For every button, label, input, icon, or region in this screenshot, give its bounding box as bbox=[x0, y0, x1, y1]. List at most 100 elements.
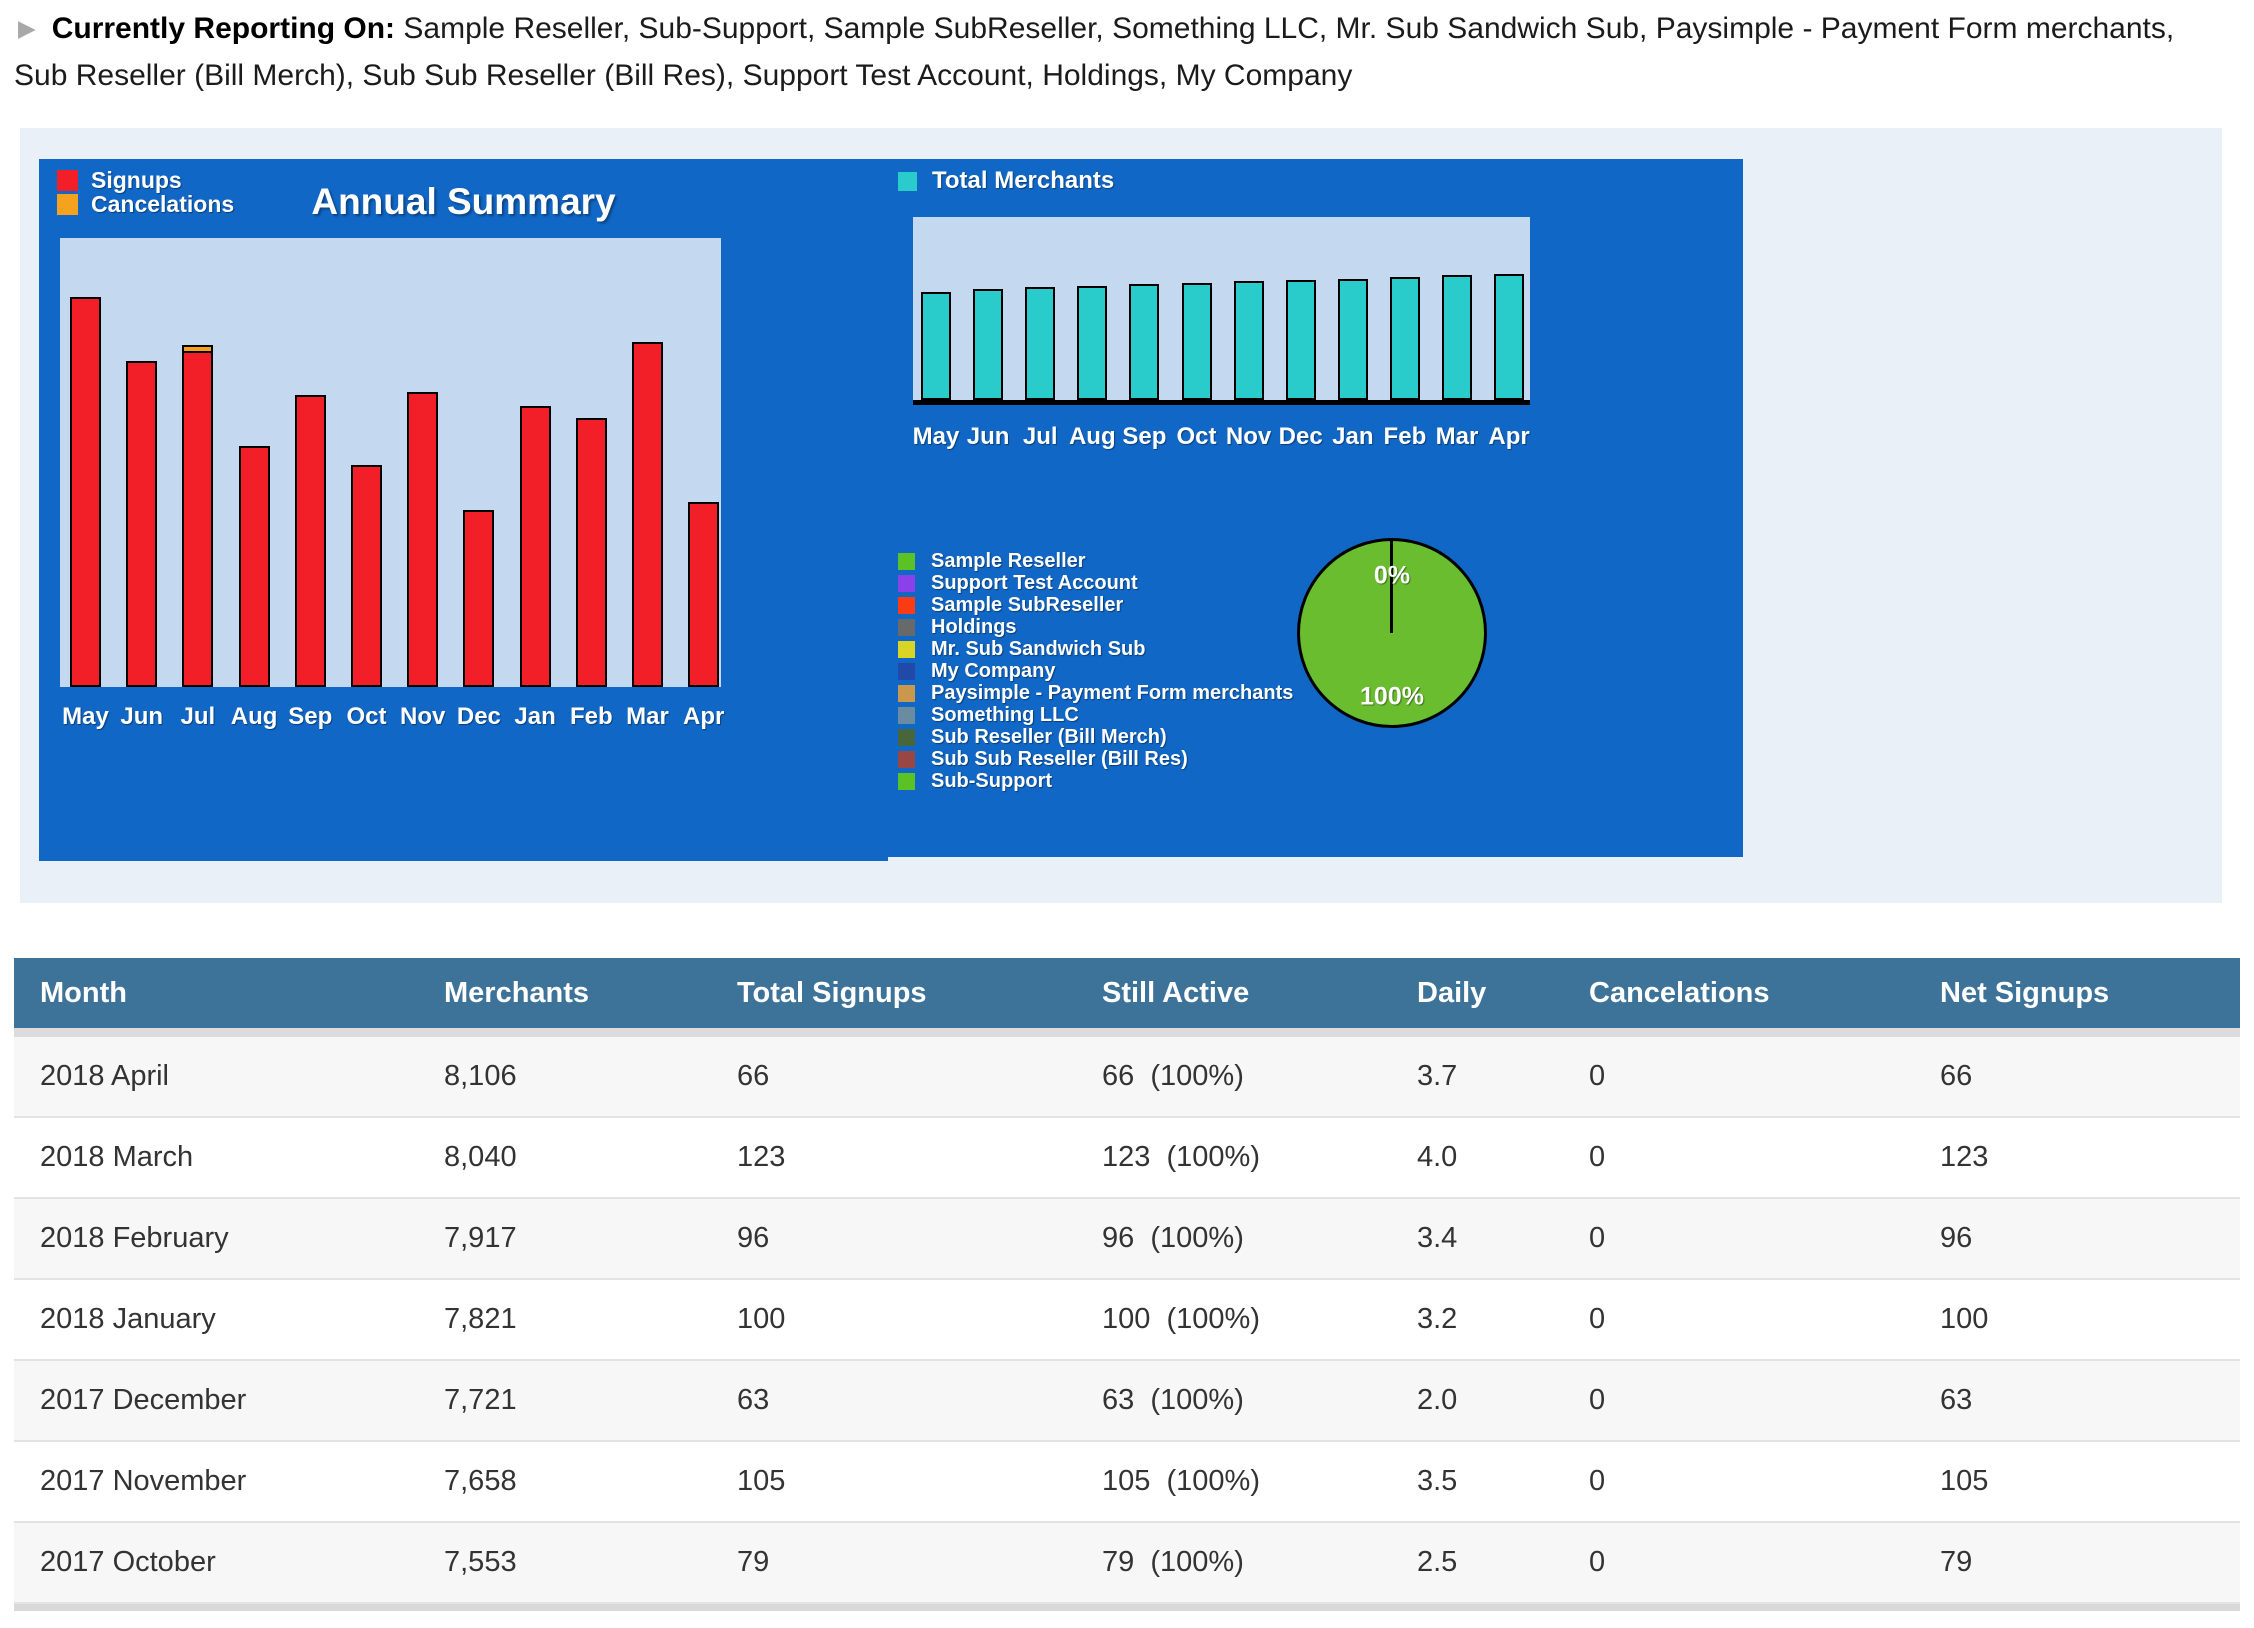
month-label-apr: Apr bbox=[1488, 423, 1529, 451]
cell-total-signups: 105 bbox=[737, 1465, 1102, 1498]
cell-total-signups: 79 bbox=[737, 1546, 1102, 1579]
table-body: 2018 April8,1066666 (100%)3.70662018 Mar… bbox=[14, 1037, 2240, 1604]
cell-net-signups: 79 bbox=[1940, 1546, 2240, 1579]
cell-total-signups: 96 bbox=[737, 1222, 1102, 1255]
pie-legend-label: Sample Reseller bbox=[931, 550, 1086, 573]
cell-still-active: 100 (100%) bbox=[1102, 1303, 1417, 1336]
pie-legend-item: Sub Sub Reseller (Bill Res) bbox=[898, 748, 1293, 770]
cell-month: 2017 October bbox=[40, 1546, 444, 1579]
pie-legend-item: Sub-Support bbox=[898, 770, 1293, 792]
cell-daily: 3.4 bbox=[1417, 1222, 1589, 1255]
cancelations-segment-jul bbox=[184, 347, 211, 353]
table-row: 2018 March8,040123123 (100%)4.00123 bbox=[14, 1118, 2240, 1199]
signups-bar-aug bbox=[239, 446, 270, 687]
merchants-bar-jan bbox=[1338, 279, 1368, 400]
total-merchants-legend: Total Merchants bbox=[898, 167, 1114, 195]
pie-legend-item: Something LLC bbox=[898, 704, 1293, 726]
cell-net-signups: 66 bbox=[1940, 1060, 2240, 1093]
cell-net-signups: 96 bbox=[1940, 1222, 2240, 1255]
cell-still-active: 105 (100%) bbox=[1102, 1465, 1417, 1498]
pie-legend-swatch-icon bbox=[898, 751, 915, 768]
signups-bar-jun bbox=[126, 361, 157, 687]
cell-daily: 3.5 bbox=[1417, 1465, 1589, 1498]
cell-daily: 4.0 bbox=[1417, 1141, 1589, 1174]
cell-net-signups: 123 bbox=[1940, 1141, 2240, 1174]
cell-merchants: 7,658 bbox=[444, 1465, 737, 1498]
pie-legend-label: Sub Reseller (Bill Merch) bbox=[931, 726, 1167, 749]
signups-bar-apr bbox=[688, 502, 719, 687]
month-label-oct: Oct bbox=[1176, 423, 1216, 451]
column-header-total-signups: Total Signups bbox=[737, 977, 1102, 1010]
cell-still-active: 63 (100%) bbox=[1102, 1384, 1417, 1417]
annual-summary-months: MayJunJulAugSepOctNovDecJanFebMarApr bbox=[60, 703, 721, 733]
month-label-apr: Apr bbox=[683, 703, 724, 731]
month-label-jul: Jul bbox=[181, 703, 216, 731]
cell-daily: 2.5 bbox=[1417, 1546, 1589, 1579]
cell-month: 2018 March bbox=[40, 1141, 444, 1174]
month-label-sep: Sep bbox=[288, 703, 332, 731]
cell-month: 2017 November bbox=[40, 1465, 444, 1498]
signups-bar-jan bbox=[520, 406, 551, 687]
pie-legend: Sample ResellerSupport Test AccountSampl… bbox=[898, 550, 1293, 792]
cell-total-signups: 66 bbox=[737, 1060, 1102, 1093]
pie-legend-swatch-icon bbox=[898, 641, 915, 658]
cell-month: 2018 April bbox=[40, 1060, 444, 1093]
total-merchants-legend-label: Total Merchants bbox=[932, 167, 1114, 195]
signups-bar-dec bbox=[463, 510, 494, 687]
charts-panel: Signups Cancelations Annual Summary MayJ… bbox=[20, 128, 2222, 903]
expander-triangle-icon[interactable]: ▶ bbox=[18, 5, 36, 51]
merchants-bar-jun bbox=[973, 289, 1003, 400]
month-label-jul: Jul bbox=[1023, 423, 1058, 451]
cell-cancelations: 0 bbox=[1589, 1141, 1940, 1174]
pie-legend-item: Sample SubReseller bbox=[898, 594, 1293, 616]
month-label-mar: Mar bbox=[626, 703, 669, 731]
signups-bar-nov bbox=[407, 392, 438, 687]
pie-legend-label: Mr. Sub Sandwich Sub bbox=[931, 638, 1145, 661]
cell-cancelations: 0 bbox=[1589, 1222, 1940, 1255]
cell-still-active: 66 (100%) bbox=[1102, 1060, 1417, 1093]
cell-merchants: 8,106 bbox=[444, 1060, 737, 1093]
column-header-daily: Daily bbox=[1417, 977, 1589, 1010]
merchants-bar-jul bbox=[1025, 287, 1055, 400]
pie-legend-item: Paysimple - Payment Form merchants bbox=[898, 682, 1293, 704]
month-label-dec: Dec bbox=[1279, 423, 1323, 451]
pie-legend-item: Mr. Sub Sandwich Sub bbox=[898, 638, 1293, 660]
pie-legend-label: Something LLC bbox=[931, 704, 1079, 727]
cell-cancelations: 0 bbox=[1589, 1060, 1940, 1093]
column-header-cancelations: Cancelations bbox=[1589, 977, 1940, 1010]
cell-daily: 3.7 bbox=[1417, 1060, 1589, 1093]
signups-bar-mar bbox=[632, 342, 663, 687]
cell-month: 2018 January bbox=[40, 1303, 444, 1336]
month-label-dec: Dec bbox=[457, 703, 501, 731]
pie-label-0pct: 0% bbox=[1374, 562, 1410, 591]
month-label-jun: Jun bbox=[967, 423, 1010, 451]
pie-legend-item: Holdings bbox=[898, 616, 1293, 638]
pie-legend-item: My Company bbox=[898, 660, 1293, 682]
pie-legend-label: Holdings bbox=[931, 616, 1017, 639]
cell-merchants: 7,721 bbox=[444, 1384, 737, 1417]
month-label-jun: Jun bbox=[120, 703, 163, 731]
pie-legend-label: Support Test Account bbox=[931, 572, 1138, 595]
cell-still-active: 123 (100%) bbox=[1102, 1141, 1417, 1174]
pie-legend-swatch-icon bbox=[898, 685, 915, 702]
table-header-row: MonthMerchantsTotal SignupsStill ActiveD… bbox=[14, 958, 2240, 1028]
pie-legend-swatch-icon bbox=[898, 729, 915, 746]
column-header-still-active: Still Active bbox=[1102, 977, 1417, 1010]
merchants-bar-feb bbox=[1390, 277, 1420, 400]
currently-reporting-header: ▶Currently Reporting On: Sample Reseller… bbox=[14, 6, 2220, 99]
cell-net-signups: 63 bbox=[1940, 1384, 2240, 1417]
table-row: 2018 February7,9179696 (100%)3.4096 bbox=[14, 1199, 2240, 1280]
report-page: ▶Currently Reporting On: Sample Reseller… bbox=[0, 0, 2254, 1628]
month-label-oct: Oct bbox=[346, 703, 386, 731]
signups-bar-feb bbox=[576, 418, 607, 687]
column-header-month: Month bbox=[40, 977, 444, 1010]
merchants-bar-aug bbox=[1077, 286, 1107, 400]
month-label-aug: Aug bbox=[1069, 423, 1116, 451]
cell-daily: 3.2 bbox=[1417, 1303, 1589, 1336]
cell-total-signups: 63 bbox=[737, 1384, 1102, 1417]
cell-still-active: 79 (100%) bbox=[1102, 1546, 1417, 1579]
cell-cancelations: 0 bbox=[1589, 1384, 1940, 1417]
cell-merchants: 7,553 bbox=[444, 1546, 737, 1579]
pie-legend-swatch-icon bbox=[898, 597, 915, 614]
month-label-nov: Nov bbox=[400, 703, 445, 731]
